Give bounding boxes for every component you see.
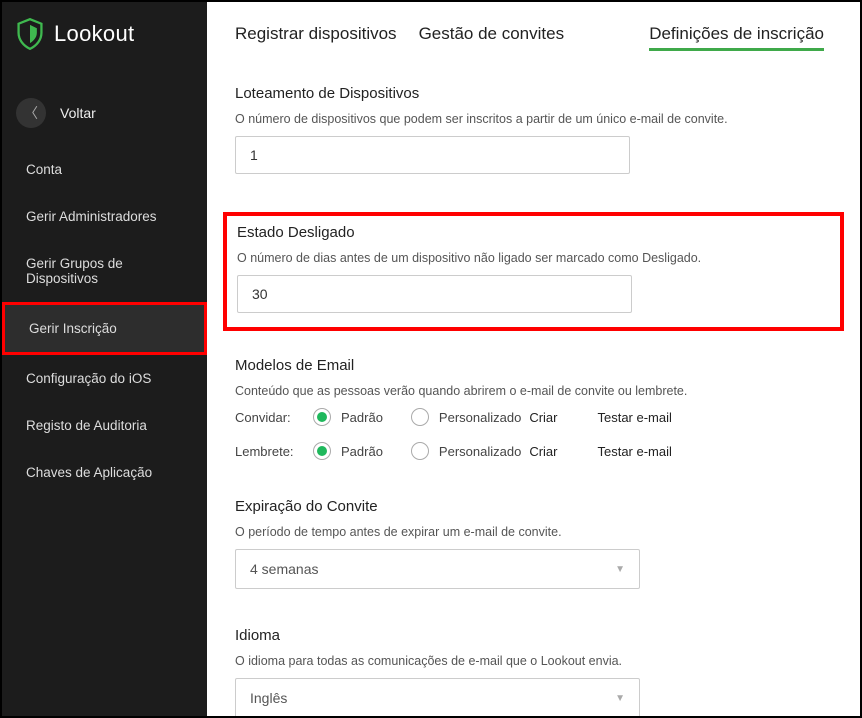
test-email-link[interactable]: Testar e-mail <box>597 444 671 459</box>
sidebar-item-gerir-grupos[interactable]: Gerir Grupos de Dispositivos <box>2 240 207 302</box>
tab-definicoes-inscricao[interactable]: Definições de inscrição <box>649 24 824 51</box>
section-title: Expiração do Convite <box>235 498 824 515</box>
row-label: Convidar: <box>235 410 313 425</box>
test-email-link[interactable]: Testar e-mail <box>597 410 671 425</box>
chevron-left-icon: 〈 <box>24 106 38 120</box>
radio-invite-custom[interactable] <box>411 408 429 426</box>
section-language: Idioma O idioma para todas as comunicaçõ… <box>235 627 824 716</box>
section-desc: O número de dias antes de um dispositivo… <box>237 251 824 265</box>
tabs: Registrar dispositivos Gestão de convite… <box>235 24 824 51</box>
main-content: Registrar dispositivos Gestão de convite… <box>207 2 860 716</box>
row-label: Lembrete: <box>235 444 313 459</box>
select-value: Inglês <box>250 690 287 706</box>
section-email-templates: Modelos de Email Conteúdo que as pessoas… <box>235 357 824 460</box>
select-value: 4 semanas <box>250 561 318 577</box>
sidebar: Lookout 〈 Voltar Conta Gerir Administrad… <box>2 2 207 716</box>
sidebar-item-configuracao-ios[interactable]: Configuração do iOS <box>2 355 207 402</box>
brand: Lookout <box>2 10 207 70</box>
email-reminder-row: Lembrete: Padrão Personalizado Criar Tes… <box>235 442 824 460</box>
sidebar-item-gerir-administradores[interactable]: Gerir Administradores <box>2 193 207 240</box>
create-link[interactable]: Criar <box>529 444 557 459</box>
back-circle: 〈 <box>16 98 46 128</box>
expiration-select[interactable]: 4 semanas ▼ <box>235 549 640 589</box>
caret-down-icon: ▼ <box>615 693 625 704</box>
sidebar-item-chaves-aplicacao[interactable]: Chaves de Aplicação <box>2 449 207 496</box>
section-allotment: Loteamento de Dispositivos O número de d… <box>235 85 824 174</box>
shield-icon <box>16 18 44 50</box>
section-title: Estado Desligado <box>237 224 824 241</box>
section-desc: O período de tempo antes de expirar um e… <box>235 525 824 539</box>
radio-reminder-custom[interactable] <box>411 442 429 460</box>
radio-label-custom: Personalizado <box>439 444 521 459</box>
section-title: Idioma <box>235 627 824 644</box>
caret-down-icon: ▼ <box>615 564 625 575</box>
section-expiration: Expiração do Convite O período de tempo … <box>235 498 824 589</box>
sidebar-item-conta[interactable]: Conta <box>2 146 207 193</box>
radio-label-custom: Personalizado <box>439 410 521 425</box>
radio-label-default: Padrão <box>341 444 383 459</box>
back-button[interactable]: 〈 Voltar <box>2 70 207 146</box>
section-desc: Conteúdo que as pessoas verão quando abr… <box>235 384 824 398</box>
radio-reminder-default[interactable] <box>313 442 331 460</box>
email-invite-row: Convidar: Padrão Personalizado Criar Tes… <box>235 408 824 426</box>
tab-gestao-convites[interactable]: Gestão de convites <box>419 24 565 48</box>
section-title: Loteamento de Dispositivos <box>235 85 824 102</box>
sidebar-item-registo-auditoria[interactable]: Registo de Auditoria <box>2 402 207 449</box>
highlight-disconnected: Estado Desligado O número de dias antes … <box>223 212 844 331</box>
brand-text: Lookout <box>54 21 134 47</box>
language-select[interactable]: Inglês ▼ <box>235 678 640 716</box>
section-title: Modelos de Email <box>235 357 824 374</box>
radio-invite-default[interactable] <box>313 408 331 426</box>
back-label: Voltar <box>60 105 96 121</box>
section-desc: O número de dispositivos que podem ser i… <box>235 112 824 126</box>
section-desc: O idioma para todas as comunicações de e… <box>235 654 824 668</box>
radio-label-default: Padrão <box>341 410 383 425</box>
sidebar-item-gerir-inscricao[interactable]: Gerir Inscrição <box>2 302 207 355</box>
tab-registrar-dispositivos[interactable]: Registrar dispositivos <box>235 24 397 48</box>
create-link[interactable]: Criar <box>529 410 557 425</box>
device-allotment-input[interactable] <box>235 136 630 174</box>
disconnected-days-input[interactable] <box>237 275 632 313</box>
